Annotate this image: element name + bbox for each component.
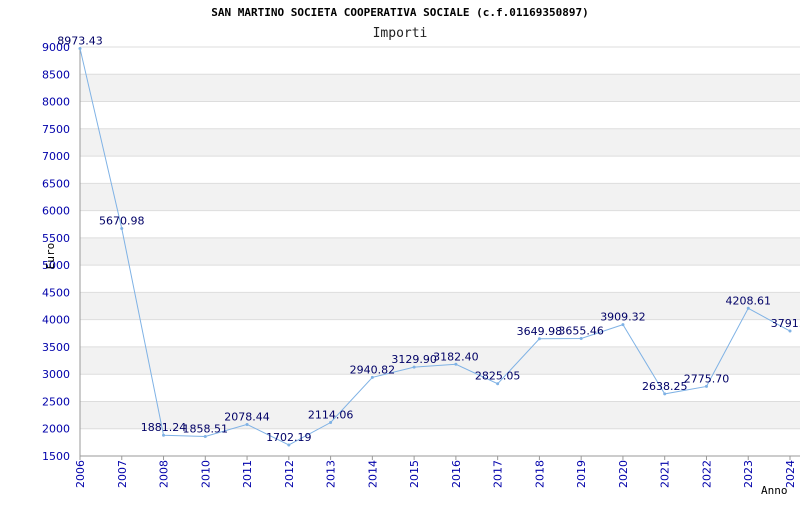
- y-tick-label: 2000: [42, 423, 70, 436]
- y-tick-label: 7500: [42, 123, 70, 136]
- chart: 1500 2000 2500 3000 3500 4000 4500 5000 5500 6000…: [0, 0, 800, 500]
- grid-band: [80, 128, 800, 157]
- y-tick-label: 6500: [42, 177, 70, 190]
- x-tick-label: 2021: [659, 460, 672, 488]
- x-tick-label: 2012: [283, 460, 296, 488]
- x-tick-label: 2013: [325, 460, 338, 488]
- grid-band: [80, 74, 800, 102]
- x-tick-label: 2022: [700, 460, 713, 488]
- data-label: 3129.90: [391, 353, 437, 366]
- x-tick-label: 2014: [366, 460, 379, 488]
- data-label: 3182.40: [433, 350, 479, 363]
- x-tick-label: 2019: [575, 460, 588, 488]
- x-tick-label: 2006: [74, 460, 87, 488]
- y-tick-label: 8000: [42, 96, 70, 109]
- data-label: 3655.46: [558, 324, 604, 337]
- data-label: 2825.05: [475, 370, 521, 383]
- x-tick-label: 2020: [617, 460, 630, 488]
- y-tick-label: 1500: [42, 450, 70, 463]
- data-label: 2114.06: [308, 409, 354, 422]
- line-chart: 1500200025003000350040004500500055006000…: [42, 6, 800, 497]
- data-label: 3909.32: [600, 311, 646, 324]
- data-label: 2638.25: [642, 380, 688, 393]
- x-tick-label: 2011: [241, 460, 254, 488]
- y-tick-label: 6000: [42, 205, 70, 218]
- chart-subtitle: Importi: [373, 26, 428, 41]
- data-label: 3649.98: [517, 325, 563, 338]
- grid-band: [80, 292, 800, 320]
- y-tick-label: 8500: [42, 68, 70, 81]
- x-tick-label: 2007: [116, 460, 129, 488]
- y-tick-label: 2500: [42, 395, 70, 408]
- data-label: 2940.82: [350, 363, 396, 376]
- x-tick-label: 2017: [492, 460, 505, 488]
- x-tick-label: 2016: [450, 460, 463, 488]
- y-tick-label: 4500: [42, 286, 70, 299]
- x-axis-label: Anno: [761, 484, 788, 497]
- x-tick-label: 2015: [408, 460, 421, 488]
- y-tick-label: 3500: [42, 341, 70, 354]
- y-axis-label: Euro: [44, 243, 57, 270]
- y-tick-label: 7000: [42, 150, 70, 163]
- grid-band: [80, 183, 800, 211]
- data-label: 1881.24: [141, 421, 187, 434]
- y-tick-label: 3000: [42, 368, 70, 381]
- x-tick-label: 2018: [533, 460, 546, 488]
- data-label: 8973.43: [57, 34, 103, 47]
- chart-title: SAN MARTINO SOCIETA COOPERATIVA SOCIALE …: [211, 6, 589, 19]
- data-label: 4208.61: [725, 294, 771, 307]
- grid-band: [80, 237, 800, 266]
- data-label: 2775.70: [684, 372, 730, 385]
- data-label: 1702.19: [266, 431, 312, 444]
- x-tick-label: 2008: [158, 460, 171, 488]
- data-label: 2078.44: [224, 410, 270, 423]
- x-tick-label: 2010: [199, 460, 212, 488]
- data-label: 1858.51: [183, 422, 229, 435]
- y-tick-label: 4000: [42, 314, 70, 327]
- data-label: 5670.98: [99, 215, 145, 228]
- x-tick-label: 2023: [742, 460, 755, 488]
- data-label: 3791.6: [771, 317, 800, 330]
